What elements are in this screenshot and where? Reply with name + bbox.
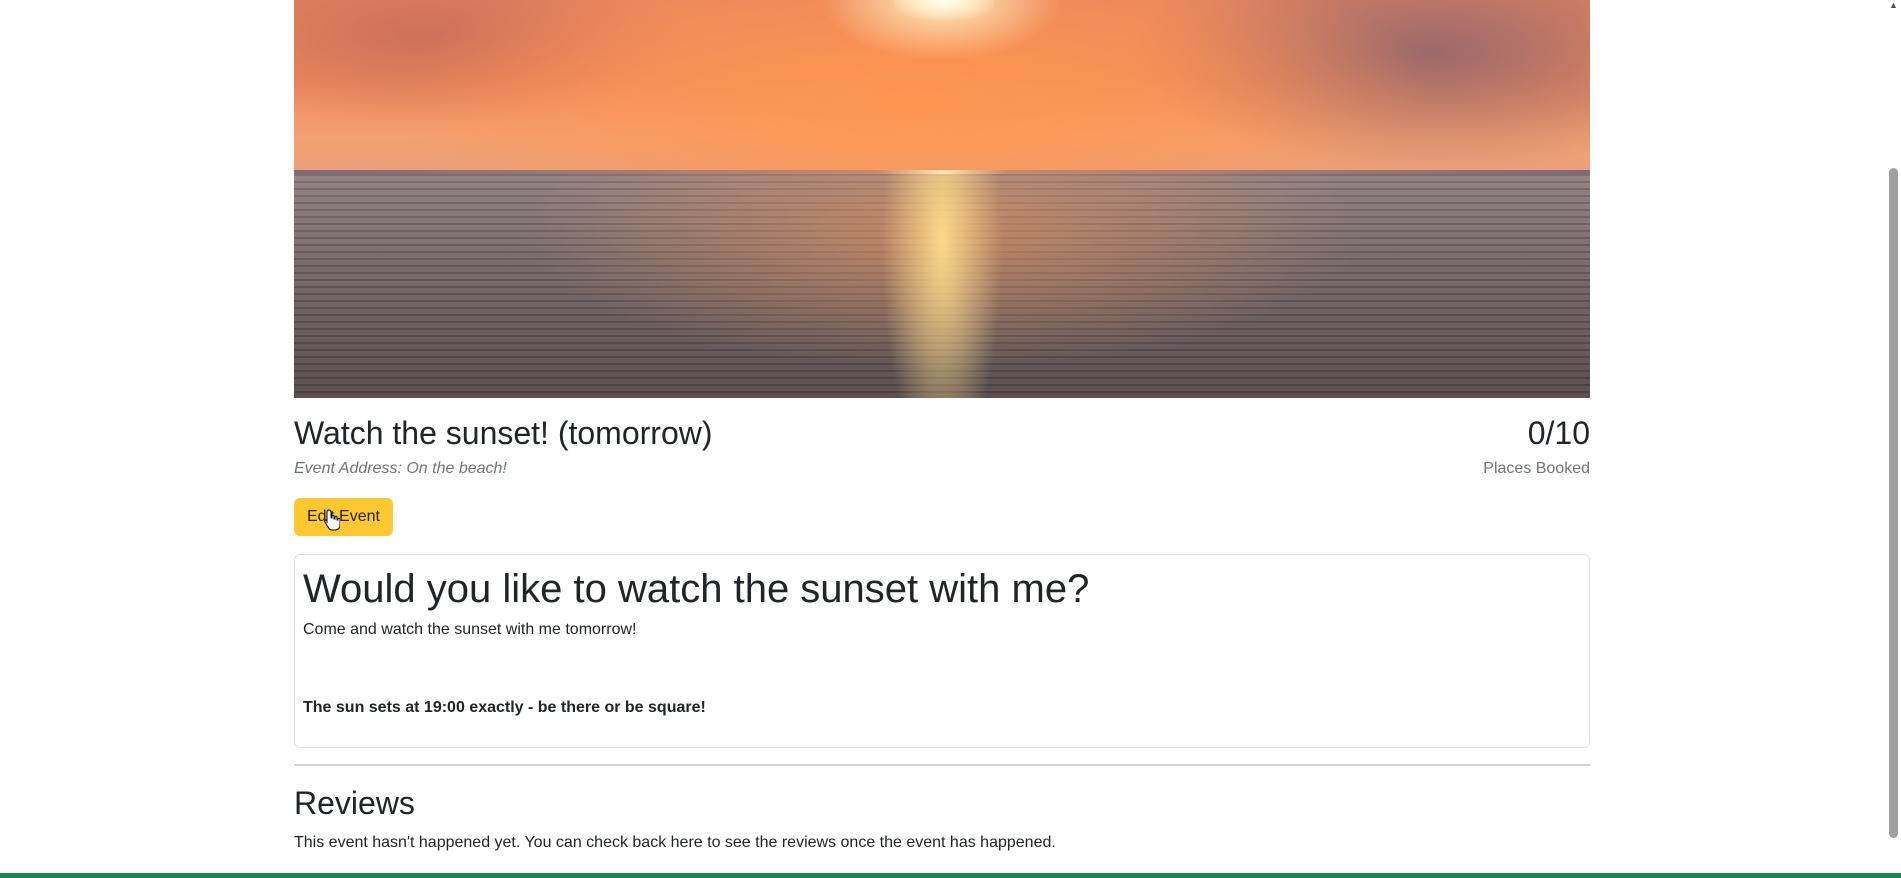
page-scrollbar[interactable]: ▲	[1886, 0, 1901, 873]
description-text: Come and watch the sunset with me tomorr…	[303, 621, 637, 638]
edit-event-button-label: Edit Event	[307, 508, 380, 525]
chevron-up-icon[interactable]: ▲	[1888, 0, 1899, 10]
reviews-heading: Reviews	[294, 785, 415, 821]
places-booked-count: 0/10	[1527, 415, 1590, 451]
event-page: Watch the sunset! (tomorrow) Event Addre…	[0, 0, 1901, 878]
sky-layer	[294, 0, 1590, 172]
edit-event-button[interactable]: Edit Event	[294, 498, 393, 536]
event-title: Watch the sunset! (tomorrow)	[294, 415, 713, 451]
event-hero-image	[294, 0, 1590, 398]
event-header: Watch the sunset! (tomorrow) Event Addre…	[294, 414, 1590, 484]
hand-pointer-icon	[324, 509, 340, 531]
section-divider	[294, 764, 1590, 766]
event-address: Event Address: On the beach!	[294, 460, 507, 477]
sun-glow	[894, 0, 994, 20]
sea-layer	[294, 174, 1590, 398]
description-heading: Would you like to watch the sunset with …	[303, 567, 1090, 611]
places-booked-label: Places Booked	[1483, 460, 1590, 477]
description-bold-text: The sun sets at 19:00 exactly - be there…	[303, 699, 706, 716]
event-description-card: Would you like to watch the sunset with …	[294, 554, 1590, 748]
scrollbar-thumb[interactable]	[1889, 168, 1898, 838]
event-container: Watch the sunset! (tomorrow) Event Addre…	[294, 0, 1590, 852]
footer-bar	[0, 873, 1901, 878]
reviews-empty-message: This event hasn't happened yet. You can …	[294, 834, 1056, 851]
